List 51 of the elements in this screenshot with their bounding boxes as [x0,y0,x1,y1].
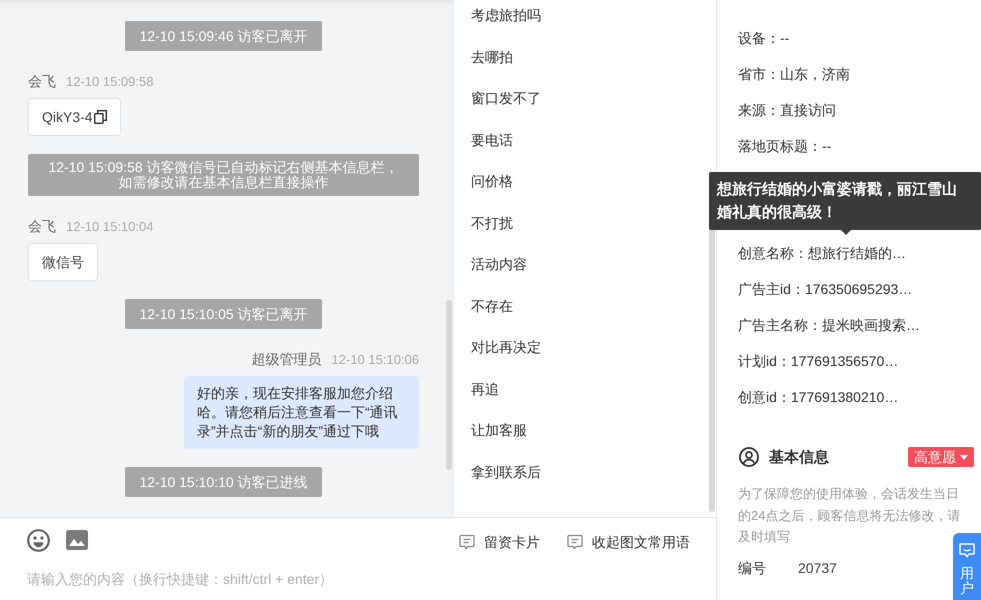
copy-icon[interactable] [94,110,107,124]
info-field: 广告主名称：提米映画搜索… [738,315,920,335]
tooltip: 想旅行结婚的小富婆请戳，丽江雪山婚礼真的很高级！ [709,172,981,230]
caret-icon [960,454,968,460]
message-input[interactable]: 请输入您的内容（换行快捷键：shift/ctrl + enter） [27,569,690,591]
quick-reply-item[interactable]: 不存在 [471,296,513,316]
quick-reply-item[interactable]: 不打扰 [471,212,513,232]
system-notice: 12-10 15:09:58 访客微信号已自动标记右侧基本信息栏， 如需修改请在基本信息栏直接操作 [28,154,419,196]
quick-reply-item[interactable]: 问价格 [471,171,513,191]
info-field: 省市：山东，济南 [738,64,850,84]
message-text: QikY3-4 [42,108,93,127]
sender-name: 会飞 [28,73,56,89]
comment-icon [567,534,583,550]
quick-reply-item[interactable]: 要电话 [471,130,513,150]
emoji-icon[interactable] [27,528,50,552]
message-text: 微信号 [42,253,84,272]
system-notice: 12-10 15:09:46 访客已离开 [125,21,322,51]
message-time: 12-10 15:09:58 [66,74,154,90]
quick-reply-item[interactable]: 拿到联系后 [471,462,541,482]
quick-reply-item[interactable]: 再追 [471,378,499,398]
info-field: 创意id：177691380210… [738,387,898,407]
chat-icon [959,543,975,558]
field-value: 20737 [798,558,837,578]
section-title: 基本信息 [769,448,829,466]
scrollbar-thumb[interactable] [446,300,452,470]
info-field: 来源：直接访问 [738,100,836,120]
action-button[interactable]: 留资卡片 [459,532,540,552]
quick-reply-item[interactable]: 去哪拍 [471,46,513,66]
info-field: 计划id：177691356570… [738,351,898,371]
quick-reply-item[interactable]: 活动内容 [471,254,527,274]
info-field: 落地页标题：-- [738,136,832,156]
message-text: 好的亲，现在安排客服加您介绍哈。请您稍后注意查看一下“通讯录”并点击“新的朋友”通过下哦 [197,384,399,441]
system-notice: 12-10 15:10:10 访客已进线 [125,467,322,497]
user-circle-icon [739,447,759,467]
quick-reply-item[interactable]: 考虑旅拍吗 [471,5,541,25]
comment-icon [459,534,475,550]
message-time: 12-10 15:10:04 [66,219,154,235]
image-icon[interactable] [66,530,88,550]
message-time: 12-10 15:10:06 [332,352,419,368]
action-button[interactable]: 收起图文常用语 [567,532,690,552]
system-notice: 12-10 15:10:05 访客已离开 [125,299,322,329]
quick-reply-item[interactable]: 让加客服 [471,420,527,440]
info-field: 广告主id：176350695293… [738,279,912,299]
quick-reply-item[interactable]: 对比再决定 [471,337,541,357]
info-field: 创意名称：想旅行结婚的… [738,243,906,263]
sender-name: 超级管理员 [252,351,322,367]
field-label: 编号 [738,558,766,578]
sender-name: 会飞 [28,218,56,234]
quick-reply-item[interactable]: 窗口发不了 [471,88,541,108]
info-field: 设备：-- [738,28,790,48]
tooltip-arrow-icon [841,230,851,235]
